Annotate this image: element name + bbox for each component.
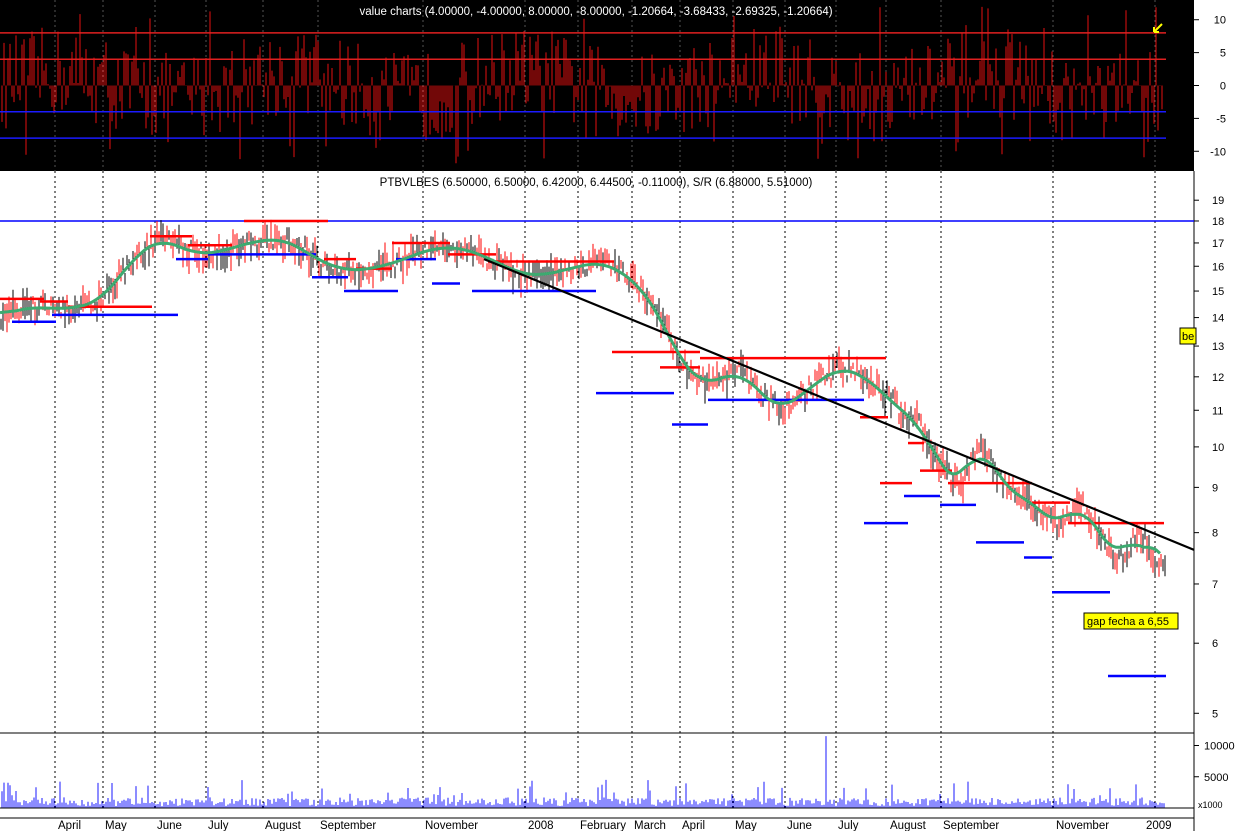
x-axis-label: June	[157, 820, 182, 831]
price-tick-label: 12	[1212, 372, 1224, 384]
x-axis-label: September	[943, 820, 999, 831]
x-axis-label: 2008	[528, 820, 554, 831]
x-axis-label: June	[787, 820, 812, 831]
oscillator-panel-bg	[0, 0, 1194, 171]
price-bars-down	[0, 220, 1166, 577]
x-axis-label: November	[1056, 820, 1109, 831]
x-axis: April May June July August September November 2…	[0, 817, 1194, 831]
price-tick-label: 11	[1212, 405, 1223, 417]
x-axis-label: September	[320, 820, 376, 831]
price-tick-label: 8	[1212, 528, 1218, 540]
oscillator-tick-label: 5	[1220, 48, 1226, 60]
volume-unit-label: x1000	[1198, 800, 1223, 810]
x-axis-label: August	[265, 820, 302, 831]
x-axis-label: July	[208, 820, 229, 831]
chart-canvas: 10 5 0 -5 -10 value charts (4.00000, -4.0000…	[0, 0, 1242, 831]
price-tick-label: 19	[1212, 195, 1224, 207]
x-axis-label: April	[682, 820, 705, 831]
x-axis-label: March	[634, 820, 666, 831]
price-title: PTBVLBES (6.50000, 6.50000, 6.42000, 6.4…	[380, 177, 813, 189]
gap-annotation: gap fecha a 6,55	[1083, 612, 1179, 630]
gap-annotation-text: gap fecha a 6,55	[1087, 616, 1169, 628]
x-axis-label: April	[58, 820, 81, 831]
price-tick-label: 6	[1212, 638, 1218, 650]
price-tick-label: 17	[1212, 238, 1224, 250]
oscillator-tick-label: 10	[1214, 15, 1226, 27]
price-panel: 19 18 17 16 15 14 13 12 11 10 9 8 7 6 5	[0, 171, 1224, 831]
x-axis-label: August	[890, 820, 927, 831]
price-tick-label: 5	[1212, 708, 1218, 720]
price-tick-label: 18	[1212, 216, 1224, 228]
side-marker-text: be	[1182, 331, 1194, 343]
moving-average-line	[0, 238, 1162, 555]
oscillator-tick-label: -5	[1216, 113, 1226, 125]
price-tick-label: 15	[1212, 286, 1224, 298]
oscillator-tick-label: -10	[1210, 146, 1226, 158]
price-tick-label: 16	[1212, 261, 1224, 273]
price-tick-label: 14	[1212, 313, 1224, 325]
volume-tick-label: 10000	[1204, 741, 1235, 753]
oscillator-tick-label: 0	[1220, 81, 1226, 93]
side-marker: be	[1179, 327, 1197, 345]
x-axis-label: February	[580, 820, 626, 831]
x-axis-label: July	[838, 820, 859, 831]
x-axis-label: 2009	[1146, 820, 1172, 831]
downtrend-line	[483, 258, 1195, 551]
x-axis-label: May	[105, 820, 127, 831]
volume-panel: 10000 5000	[0, 736, 1235, 809]
price-tick-label: 10	[1212, 442, 1224, 454]
volume-bars	[1, 736, 1165, 808]
price-tick-label: 9	[1212, 482, 1218, 494]
oscillator-title: value charts (4.00000, -4.00000, 8.00000…	[359, 6, 832, 18]
x-axis-label: November	[425, 820, 478, 831]
x-axis-label: May	[735, 820, 757, 831]
volume-tick-label: 5000	[1204, 772, 1228, 784]
price-tick-label: 13	[1212, 341, 1224, 353]
price-tick-label: 7	[1212, 579, 1218, 591]
